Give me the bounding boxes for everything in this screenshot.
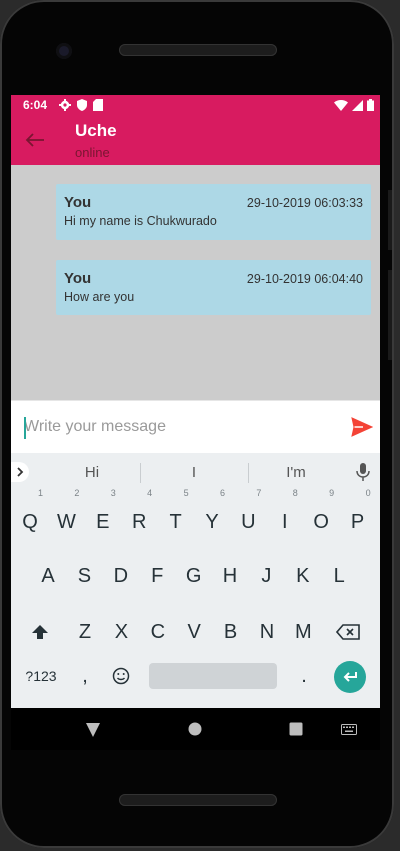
key-r[interactable]: R4 [122,488,156,543]
chevron-right-icon[interactable] [11,462,29,482]
wifi-icon [334,99,348,111]
recents-square-icon[interactable] [289,722,303,736]
key-c[interactable]: C [141,611,175,653]
message-text: Hi my name is Chukwurado [64,214,217,228]
message-sender: You [64,270,92,287]
message-sender: You [64,194,92,211]
key-s[interactable]: S [67,555,101,597]
key-p[interactable]: P0 [341,488,375,543]
key-z[interactable]: Z [68,611,102,653]
key-hint: 9 [329,488,335,498]
key-h[interactable]: H [213,555,247,597]
key-hint: 3 [110,488,116,498]
contact-name: Uche [75,121,117,140]
signal-icon [352,99,363,111]
shift-key[interactable] [23,611,57,653]
key-b[interactable]: B [214,611,248,653]
key-hint: 2 [74,488,80,498]
suggestion-item[interactable]: I [164,464,224,481]
key-q[interactable]: Q1 [13,488,47,543]
key-u[interactable]: U7 [231,488,265,543]
key-l[interactable]: L [322,555,356,597]
key-x[interactable]: X [104,611,138,653]
suggestion-item[interactable]: Hi [62,464,122,481]
message-timestamp: 29-10-2019 06:04:40 [246,272,363,286]
contact-header[interactable]: Uche online [75,121,117,160]
key-k[interactable]: K [286,555,320,597]
microphone-icon[interactable] [356,463,370,481]
key-f[interactable]: F [140,555,174,597]
key-o[interactable]: O9 [304,488,338,543]
key-hint: 4 [147,488,153,498]
key-e[interactable]: E3 [86,488,120,543]
key-y[interactable]: Y6 [195,488,229,543]
key-n[interactable]: N [250,611,284,653]
back-triangle-icon[interactable] [85,722,101,738]
power-button [388,190,392,250]
text-cursor [24,417,26,439]
key-hint: 6 [219,488,225,498]
key-i[interactable]: I8 [268,488,302,543]
emoji-key[interactable] [104,655,138,697]
key-hint: 8 [292,488,298,498]
message-bubble[interactable]: You 29-10-2019 06:03:33 Hi my name is Ch… [56,184,371,240]
key-t[interactable]: T5 [159,488,193,543]
volume-button [388,270,392,360]
bottom-speaker [119,794,277,806]
sd-card-icon [93,99,104,111]
keyboard-switch-icon[interactable] [341,724,357,735]
message-composer [11,400,380,453]
key-hint: 0 [365,488,371,498]
arrow-left-icon[interactable] [25,133,45,147]
status-bar: 6:04 [11,95,380,115]
screen: 6:04 Uche online You 29-10-2019 06:03:33 [11,95,380,708]
shield-icon [77,99,88,111]
key-w[interactable]: W2 [49,488,83,543]
earpiece-speaker [119,44,277,56]
period-key[interactable]: . [287,655,321,697]
space-key[interactable] [149,663,277,689]
status-time: 6:04 [23,98,48,112]
key-a[interactable]: A [31,555,65,597]
key-j[interactable]: J [249,555,283,597]
suggestion-item[interactable]: I'm [266,464,326,481]
symbols-key[interactable]: ?123 [21,655,61,697]
message-timestamp: 29-10-2019 06:03:33 [246,196,363,210]
message-text: How are you [64,290,135,304]
message-bubble[interactable]: You 29-10-2019 06:04:40 How are you [56,260,371,315]
backspace-key[interactable] [331,611,365,653]
key-g[interactable]: G [177,555,211,597]
send-icon[interactable] [351,417,373,437]
key-hint: 7 [256,488,262,498]
navigation-bar [11,708,380,750]
app-bar: Uche online [11,115,380,165]
battery-icon [367,99,374,111]
key-hint: 5 [183,488,189,498]
contact-status: online [75,145,110,160]
divider [248,463,249,483]
key-d[interactable]: D [104,555,138,597]
comma-key[interactable]: , [68,655,102,697]
settings-gear-icon [59,99,72,111]
suggestion-strip: Hi I I'm [11,453,380,491]
message-input[interactable] [24,413,324,441]
divider [140,463,141,483]
home-circle-icon[interactable] [188,722,202,736]
soft-keyboard: Hi I I'm Q1W2E3R4T5Y6U7I8O9P0 ASDFGHJKL … [11,453,380,708]
enter-key[interactable] [334,661,366,693]
key-m[interactable]: M [286,611,320,653]
key-hint: 1 [37,488,43,498]
chat-list[interactable]: You 29-10-2019 06:03:33 Hi my name is Ch… [11,165,380,400]
key-v[interactable]: V [177,611,211,653]
front-camera [56,43,72,59]
